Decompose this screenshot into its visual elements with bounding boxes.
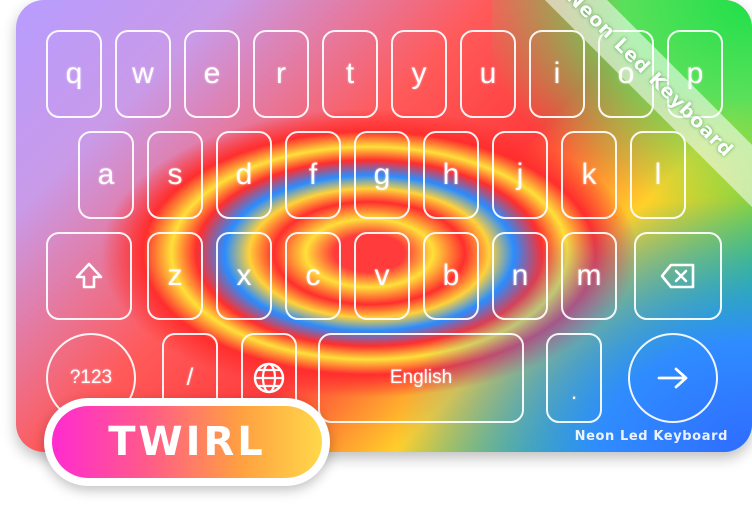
- backspace-icon: [660, 263, 695, 289]
- key-e[interactable]: e: [184, 30, 240, 118]
- key-f[interactable]: f: [285, 131, 341, 219]
- globe-icon: [253, 362, 285, 394]
- spacebar[interactable]: English: [318, 333, 524, 423]
- backspace-key[interactable]: [634, 232, 722, 320]
- key-y[interactable]: y: [391, 30, 447, 118]
- key-m[interactable]: m: [561, 232, 617, 320]
- key-c[interactable]: c: [285, 232, 341, 320]
- shift-key[interactable]: [46, 232, 132, 320]
- key-i[interactable]: i: [529, 30, 585, 118]
- key-t[interactable]: t: [322, 30, 378, 118]
- key-q[interactable]: q: [46, 30, 102, 118]
- key-r[interactable]: r: [253, 30, 309, 118]
- key-w[interactable]: w: [115, 30, 171, 118]
- key-l[interactable]: l: [630, 131, 686, 219]
- key-u[interactable]: u: [460, 30, 516, 118]
- key-x[interactable]: x: [216, 232, 272, 320]
- key-h[interactable]: h: [423, 131, 479, 219]
- theme-name-badge: TWIRL: [44, 398, 330, 486]
- arrow-right-icon: [657, 367, 688, 389]
- keyboard-theme-card: q w e r t y u i o p a s d f g h j k l z …: [16, 0, 752, 452]
- key-n[interactable]: n: [492, 232, 548, 320]
- brand-label: Neon Led Keyboard: [574, 429, 728, 444]
- key-d[interactable]: d: [216, 131, 272, 219]
- theme-name-label: TWIRL: [52, 406, 322, 478]
- key-b[interactable]: b: [423, 232, 479, 320]
- key-a[interactable]: a: [78, 131, 134, 219]
- key-k[interactable]: k: [561, 131, 617, 219]
- period-key[interactable]: .: [546, 333, 602, 423]
- key-v[interactable]: v: [354, 232, 410, 320]
- key-j[interactable]: j: [492, 131, 548, 219]
- key-z[interactable]: z: [147, 232, 203, 320]
- shift-arrow-icon: [75, 262, 103, 289]
- key-s[interactable]: s: [147, 131, 203, 219]
- enter-key[interactable]: [628, 333, 718, 423]
- key-g[interactable]: g: [354, 131, 410, 219]
